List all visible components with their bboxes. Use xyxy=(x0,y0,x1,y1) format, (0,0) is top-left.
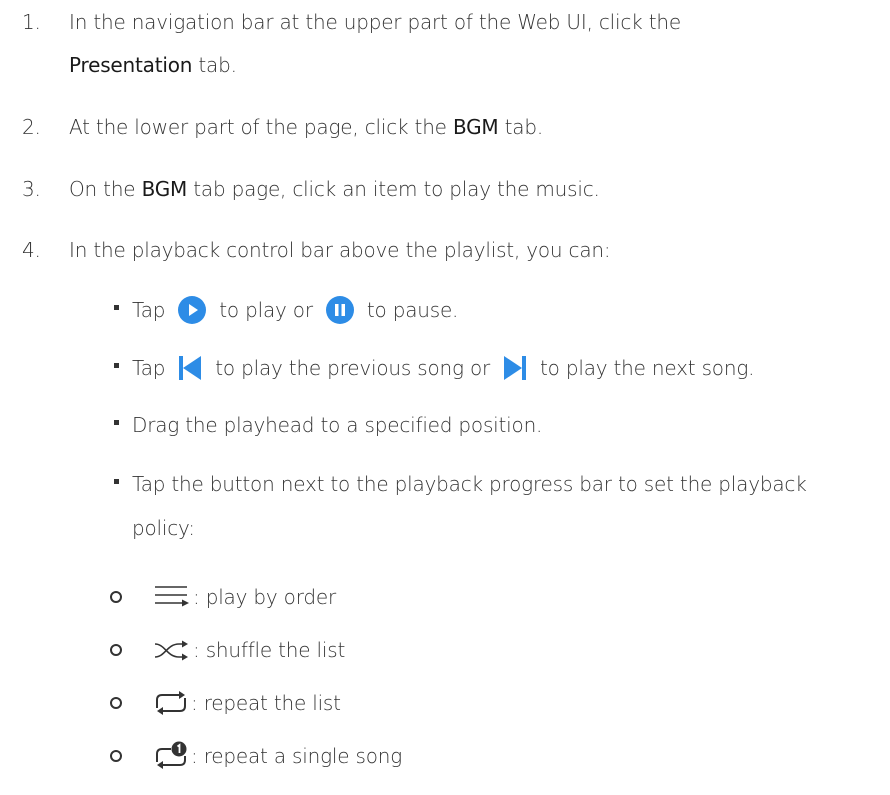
bullet-marker xyxy=(114,363,119,368)
step-text-head: At the lower part of the page, click the xyxy=(69,115,453,139)
bullet-text-head: Tap xyxy=(132,298,166,322)
step-text-tail: tab page, click an item to play the musi… xyxy=(187,177,600,201)
bullet-text-tail: to pause. xyxy=(366,298,459,322)
bullet-text: Tap to play or to pause. xyxy=(132,295,458,325)
policy-text: : play by order xyxy=(153,582,336,612)
sub-bullet-marker xyxy=(110,644,122,656)
next-song-icon xyxy=(504,356,526,380)
step-text-head: On the xyxy=(69,177,142,201)
shuffle-icon xyxy=(154,640,188,661)
step-text: On the BGM tab page, click an item to pl… xyxy=(69,177,600,201)
bullet-text-tail: to play the next song. xyxy=(540,356,755,380)
pause-icon xyxy=(325,296,354,324)
bullet-marker xyxy=(114,479,119,484)
policy-item-repeat-list: : repeat the list xyxy=(0,683,890,723)
step-text: Presentation tab. xyxy=(69,53,237,77)
bullet-marker xyxy=(114,305,119,310)
bullet-text: Drag the playhead to a specified positio… xyxy=(132,413,543,437)
step-text: In the playback control bar above the pl… xyxy=(69,238,611,262)
step-text-tail: tab. xyxy=(192,53,237,77)
policy-item-order: : play by order xyxy=(0,577,890,617)
ui-term-presentation: Presentation xyxy=(69,53,193,77)
policy-text: : repeat a single song xyxy=(153,740,402,772)
step-number: 1. xyxy=(22,10,41,34)
step-number: 4. xyxy=(22,238,41,262)
step-number: 3. xyxy=(22,177,41,201)
step-text: In the navigation bar at the upper part … xyxy=(69,10,681,34)
previous-song-icon xyxy=(179,356,202,380)
bullet-text: Tap to play the previous song or to play… xyxy=(132,354,754,382)
bullet-text: Tap the button next to the playback prog… xyxy=(132,472,807,496)
sub-bullet-marker xyxy=(110,697,122,709)
sub-bullet-marker xyxy=(110,750,122,762)
policy-item-repeat-single: : repeat a single song xyxy=(0,736,890,776)
sub-bullet-marker xyxy=(110,591,122,603)
policy-text: : shuffle the list xyxy=(153,635,345,665)
repeat-single-icon xyxy=(156,741,187,769)
play-icon xyxy=(178,296,207,324)
instruction-document: 1. In the navigation bar at the upper pa… xyxy=(0,0,890,795)
policy-text: : repeat the list xyxy=(153,688,341,718)
policy-label: : repeat the list xyxy=(191,691,341,715)
bullet-text: policy: xyxy=(132,516,195,540)
bullet-text-mid: to play the previous song or xyxy=(215,356,490,380)
step-text-tail: tab. xyxy=(498,115,544,139)
bullet-play-pause: Tap to play or to pause. xyxy=(0,290,890,330)
bullet-text-mid: to play or xyxy=(219,298,313,322)
bullet-prev-next: Tap to play the previous song or to play… xyxy=(0,348,890,388)
policy-label: : shuffle the list xyxy=(193,638,346,662)
step-text: At the lower part of the page, click the… xyxy=(69,115,543,139)
ui-term-bgm: BGM xyxy=(452,115,499,139)
bullet-marker xyxy=(114,420,119,425)
policy-label: : play by order xyxy=(193,585,337,609)
ui-term-bgm: BGM xyxy=(141,177,188,201)
step-number: 2. xyxy=(22,115,41,139)
bullet-text-head: Tap xyxy=(132,356,166,380)
policy-item-shuffle: : shuffle the list xyxy=(0,630,890,670)
policy-label: : repeat a single song xyxy=(191,744,403,768)
play-by-order-icon xyxy=(155,586,189,607)
repeat-list-icon xyxy=(156,691,186,715)
